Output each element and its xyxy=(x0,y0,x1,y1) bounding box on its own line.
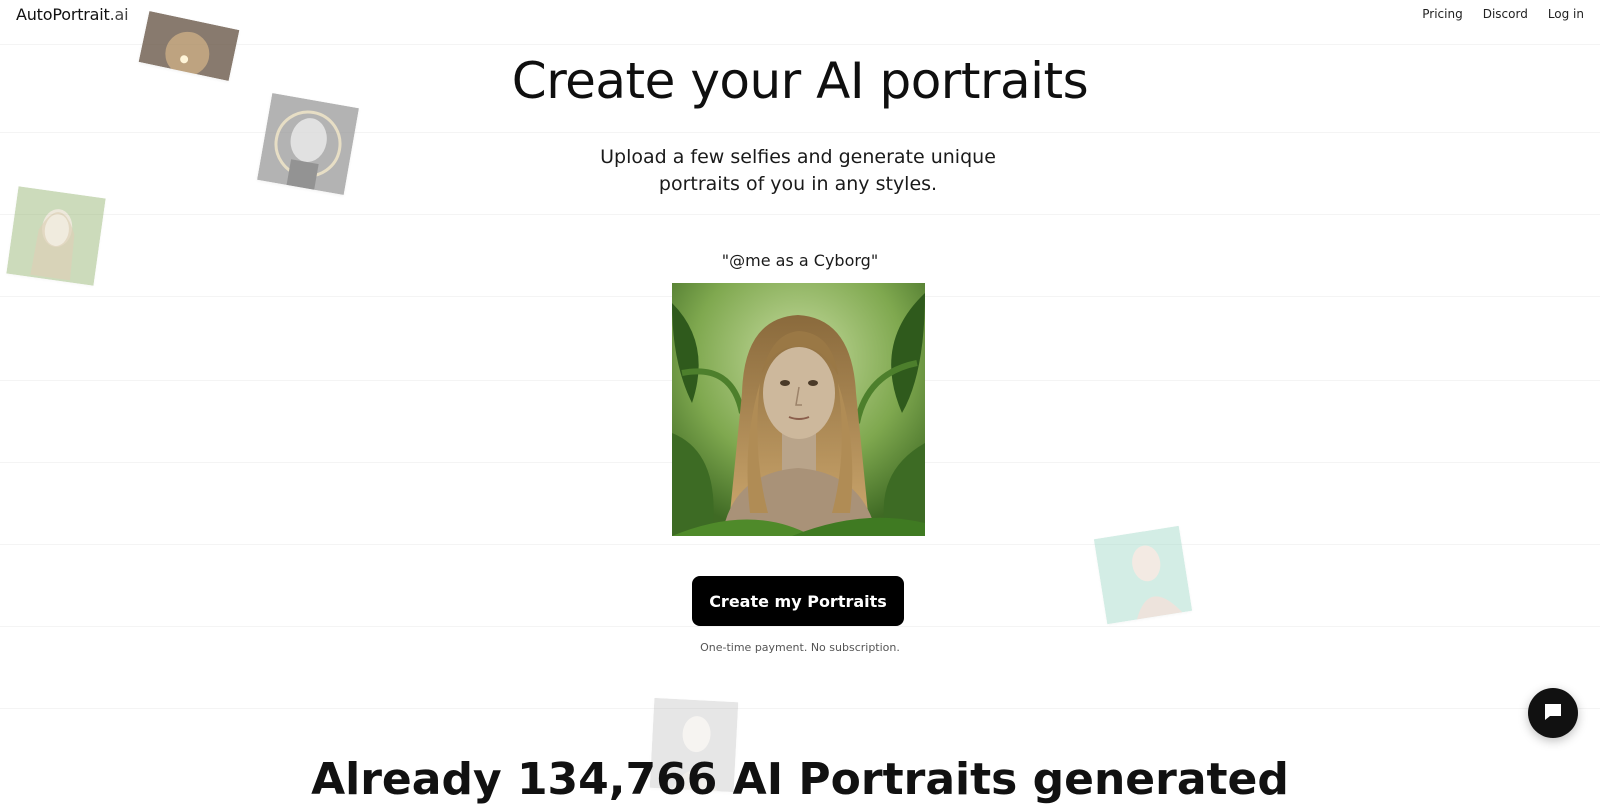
floating-portrait-tile xyxy=(6,186,106,286)
nav-login-link[interactable]: Log in xyxy=(1548,7,1584,21)
nav-discord-link[interactable]: Discord xyxy=(1483,7,1528,21)
chat-bubble-icon xyxy=(1542,701,1564,726)
style-prompt: "@me as a Cyborg" xyxy=(721,251,879,270)
logo-suffix: .ai xyxy=(109,4,129,24)
portraits-count-heading: Already 134,766 AI Portraits generated xyxy=(311,754,1289,805)
floating-portrait-tile xyxy=(1093,525,1193,625)
hero-title: Create your AI portraits xyxy=(511,52,1089,110)
create-portraits-button[interactable]: Create my Portraits xyxy=(692,576,904,626)
chat-widget-button[interactable] xyxy=(1528,688,1578,738)
logo[interactable]: AutoPortrait.ai xyxy=(16,4,129,24)
hero-subtitle: Upload a few selfies and generate unique… xyxy=(600,146,996,195)
payment-note: One-time payment. No subscription. xyxy=(700,641,900,654)
top-nav: Pricing Discord Log in xyxy=(1422,7,1584,21)
logo-main: AutoPortrait xyxy=(16,4,110,24)
site-header: AutoPortrait.ai Pricing Discord Log in xyxy=(0,0,1600,28)
example-portrait-image xyxy=(672,283,925,536)
nav-pricing-link[interactable]: Pricing xyxy=(1422,7,1462,21)
